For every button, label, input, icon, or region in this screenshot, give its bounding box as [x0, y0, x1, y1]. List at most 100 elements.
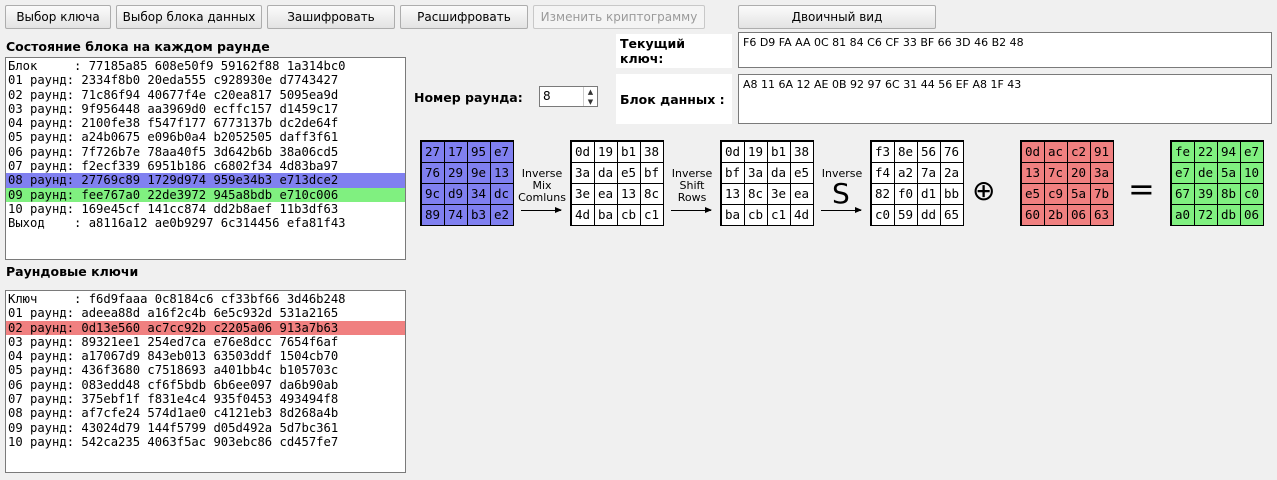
matrix-cell: b1 [766, 140, 791, 163]
inv-shift-rows-label: Inverse Shift Rows [667, 168, 717, 204]
matrix-cell: db [1216, 203, 1241, 226]
op-word: Rows [677, 191, 707, 204]
matrix-cell: 9c [420, 182, 445, 205]
matrix-cell: 20 [1066, 161, 1091, 184]
sbox-symbol: S [832, 177, 850, 210]
list-item[interactable]: 05 раунд: a24b0675 e096b0a4 b2052505 daf… [6, 130, 405, 144]
matrix-cell: 2a [939, 161, 964, 184]
list-item[interactable]: 10 раунд: 169e45cf 141cc874 dd2b8aef 11b… [6, 202, 405, 216]
matrix-cell: 59 [893, 203, 918, 226]
matrix-cell: de [1193, 161, 1218, 184]
matrix-cell: da [593, 161, 618, 184]
list-item[interactable]: 06 раунд: 7f726b7e 78aa40f5 3d642b6b 38a… [6, 145, 405, 159]
list-item[interactable]: 07 раунд: 375ebf1f f831e4c4 935f0453 493… [6, 392, 405, 406]
matrix-cell: ac [1043, 140, 1068, 163]
list-item[interactable]: Блок : 77185a85 608e50f9 59162f88 1a314b… [6, 59, 405, 73]
matrix-cell: 29 [443, 161, 468, 184]
matrix-cell: 3e [570, 182, 595, 205]
matrix-cell: a2 [893, 161, 918, 184]
encrypt-button[interactable]: Зашифровать [267, 5, 395, 29]
list-item[interactable]: 05 раунд: 436f3680 c7518693 a401bb4c b10… [6, 363, 405, 377]
list-item[interactable]: 06 раунд: 083edd48 cf6f5bdb 6b6ee097 da6… [6, 378, 405, 392]
matrix-cell: 13 [489, 161, 514, 184]
edit-cryptogram-button[interactable]: Изменить криптограмму [533, 5, 705, 29]
matrix-cell: 0d [570, 140, 595, 163]
matrix-cell: e7 [1170, 161, 1195, 184]
matrix-cell: 06 [1239, 203, 1264, 226]
matrix-cell: e7 [489, 140, 514, 163]
select-block-button[interactable]: Выбор блока данных [116, 5, 262, 29]
matrix-cell: e7 [1239, 140, 1264, 163]
matrix-cell: 3e [766, 182, 791, 205]
round-keys-listbox[interactable]: Ключ : f6d9faaa 0c8184c6 cf33bf66 3d46b2… [5, 290, 406, 473]
matrix-cell: c0 [1239, 182, 1264, 205]
matrix-cell: 8c [639, 182, 664, 205]
matrix-cell: 27 [420, 140, 445, 163]
matrix-cell: 34 [466, 182, 491, 205]
current-key-label: Текущий ключ: [616, 34, 732, 68]
matrix-cell: 17 [443, 140, 468, 163]
state-panel-title: Состояние блока на каждом раунде [6, 39, 270, 54]
matrix-cell: 19 [743, 140, 768, 163]
matrix-cell: fe [1170, 140, 1195, 163]
matrix-cell: 3a [1089, 161, 1114, 184]
matrix-cell: e5 [789, 161, 814, 184]
arrow-right-icon [821, 207, 862, 213]
matrix-cell: 38 [789, 140, 814, 163]
matrix-cell: 5a [1066, 182, 1091, 205]
list-item[interactable]: 02 раунд: 0d13e560 ac7cc92b c2205a06 913… [6, 320, 405, 335]
matrix-cell: 4d [570, 203, 595, 226]
list-item[interactable]: 01 раунд: 2334f8b0 20eda555 c928930e d77… [6, 73, 405, 87]
matrix-cell: d1 [916, 182, 941, 205]
spin-up-icon[interactable]: ▲ [584, 87, 597, 97]
matrix-cell: 4d [789, 203, 814, 226]
list-item[interactable]: 04 раунд: 2100fe38 f547f177 6773137b dc2… [6, 116, 405, 130]
list-item[interactable]: 04 раунд: a17067d9 843eb013 63503ddf 150… [6, 349, 405, 363]
after-mix-columns-matrix: 0d 19 b1 38 3a da e5 bf 3e ea 13 8c 4d ba cb c1 [570, 140, 664, 226]
op-word: Comluns [518, 191, 566, 204]
matrix-cell: f0 [893, 182, 918, 205]
decrypt-button[interactable]: Расшифровать [400, 5, 528, 29]
matrix-cell: cb [616, 203, 641, 226]
output-state-matrix: fe 22 94 e7 e7 de 5a 10 67 39 8b c0 a0 72 db 06 [1170, 140, 1264, 226]
spin-down-icon[interactable]: ▼ [584, 97, 597, 107]
list-item[interactable]: Ключ : f6d9faaa 0c8184c6 cf33bf66 3d46b2… [6, 292, 405, 306]
list-item[interactable]: 08 раунд: 27769c89 1729d974 959e34b3 e71… [6, 173, 405, 188]
list-item[interactable]: 09 раунд: fee767a0 22de3972 945a8bdb e71… [6, 187, 405, 202]
matrix-cell: c0 [870, 203, 895, 226]
matrix-cell: 06 [1066, 203, 1091, 226]
matrix-cell: 2b [1043, 203, 1068, 226]
input-state-matrix: 27 17 95 e7 76 29 9e 13 9c d9 34 dc 89 74 b3 e2 [420, 140, 514, 226]
round-number-spinner[interactable]: 8 ▲ ▼ [539, 86, 598, 107]
matrix-cell: e5 [1020, 182, 1045, 205]
list-item[interactable]: 09 раунд: 43024d79 144f5799 d05d492a 5d7… [6, 421, 405, 435]
matrix-cell: c1 [766, 203, 791, 226]
matrix-cell: 91 [1089, 140, 1114, 163]
binary-view-button[interactable]: Двоичный вид [738, 5, 936, 29]
list-item[interactable]: Выход : a8116a12 ae0b9297 6c314456 efa81… [6, 216, 405, 230]
list-item[interactable]: 03 раунд: 89321ee1 254ed7ca e76e8dcc 765… [6, 335, 405, 349]
matrix-cell: 39 [1193, 182, 1218, 205]
matrix-cell: c9 [1043, 182, 1068, 205]
matrix-cell: 38 [639, 140, 664, 163]
select-key-button[interactable]: Выбор ключа [5, 5, 111, 29]
list-item[interactable]: 08 раунд: af7cfe24 574d1ae0 c4121eb3 8d2… [6, 406, 405, 420]
list-item[interactable]: 10 раунд: 542ca235 4063f5ac 903ebc86 cd4… [6, 435, 405, 449]
inv-mix-columns-label: Inverse Mix Comluns [517, 168, 567, 204]
state-listbox[interactable]: Блок : 77185a85 608e50f9 59162f88 1a314b… [5, 57, 406, 260]
matrix-cell: e5 [616, 161, 641, 184]
list-item[interactable]: 07 раунд: f2ecf339 6951b186 c6802f34 4d8… [6, 159, 405, 173]
matrix-cell: ba [593, 203, 618, 226]
matrix-cell: e2 [489, 203, 514, 226]
matrix-cell: 60 [1020, 203, 1045, 226]
matrix-cell: bf [720, 161, 745, 184]
list-item[interactable]: 02 раунд: 71c86f94 40677f4e c20ea817 509… [6, 88, 405, 102]
list-item[interactable]: 01 раунд: adeea88d a16f2c4b 6e5c932d 531… [6, 306, 405, 320]
matrix-cell: ba [720, 203, 745, 226]
matrix-cell: 0d [720, 140, 745, 163]
matrix-cell: 13 [616, 182, 641, 205]
list-item[interactable]: 03 раунд: 9f956448 aa3969d0 ecffc157 d14… [6, 102, 405, 116]
current-key-field[interactable]: F6 D9 FA AA 0C 81 84 C6 CF 33 BF 66 3D 4… [738, 32, 1272, 68]
data-block-field[interactable]: A8 11 6A 12 AE 0B 92 97 6C 31 44 56 EF A… [738, 74, 1272, 124]
matrix-cell: d9 [443, 182, 468, 205]
